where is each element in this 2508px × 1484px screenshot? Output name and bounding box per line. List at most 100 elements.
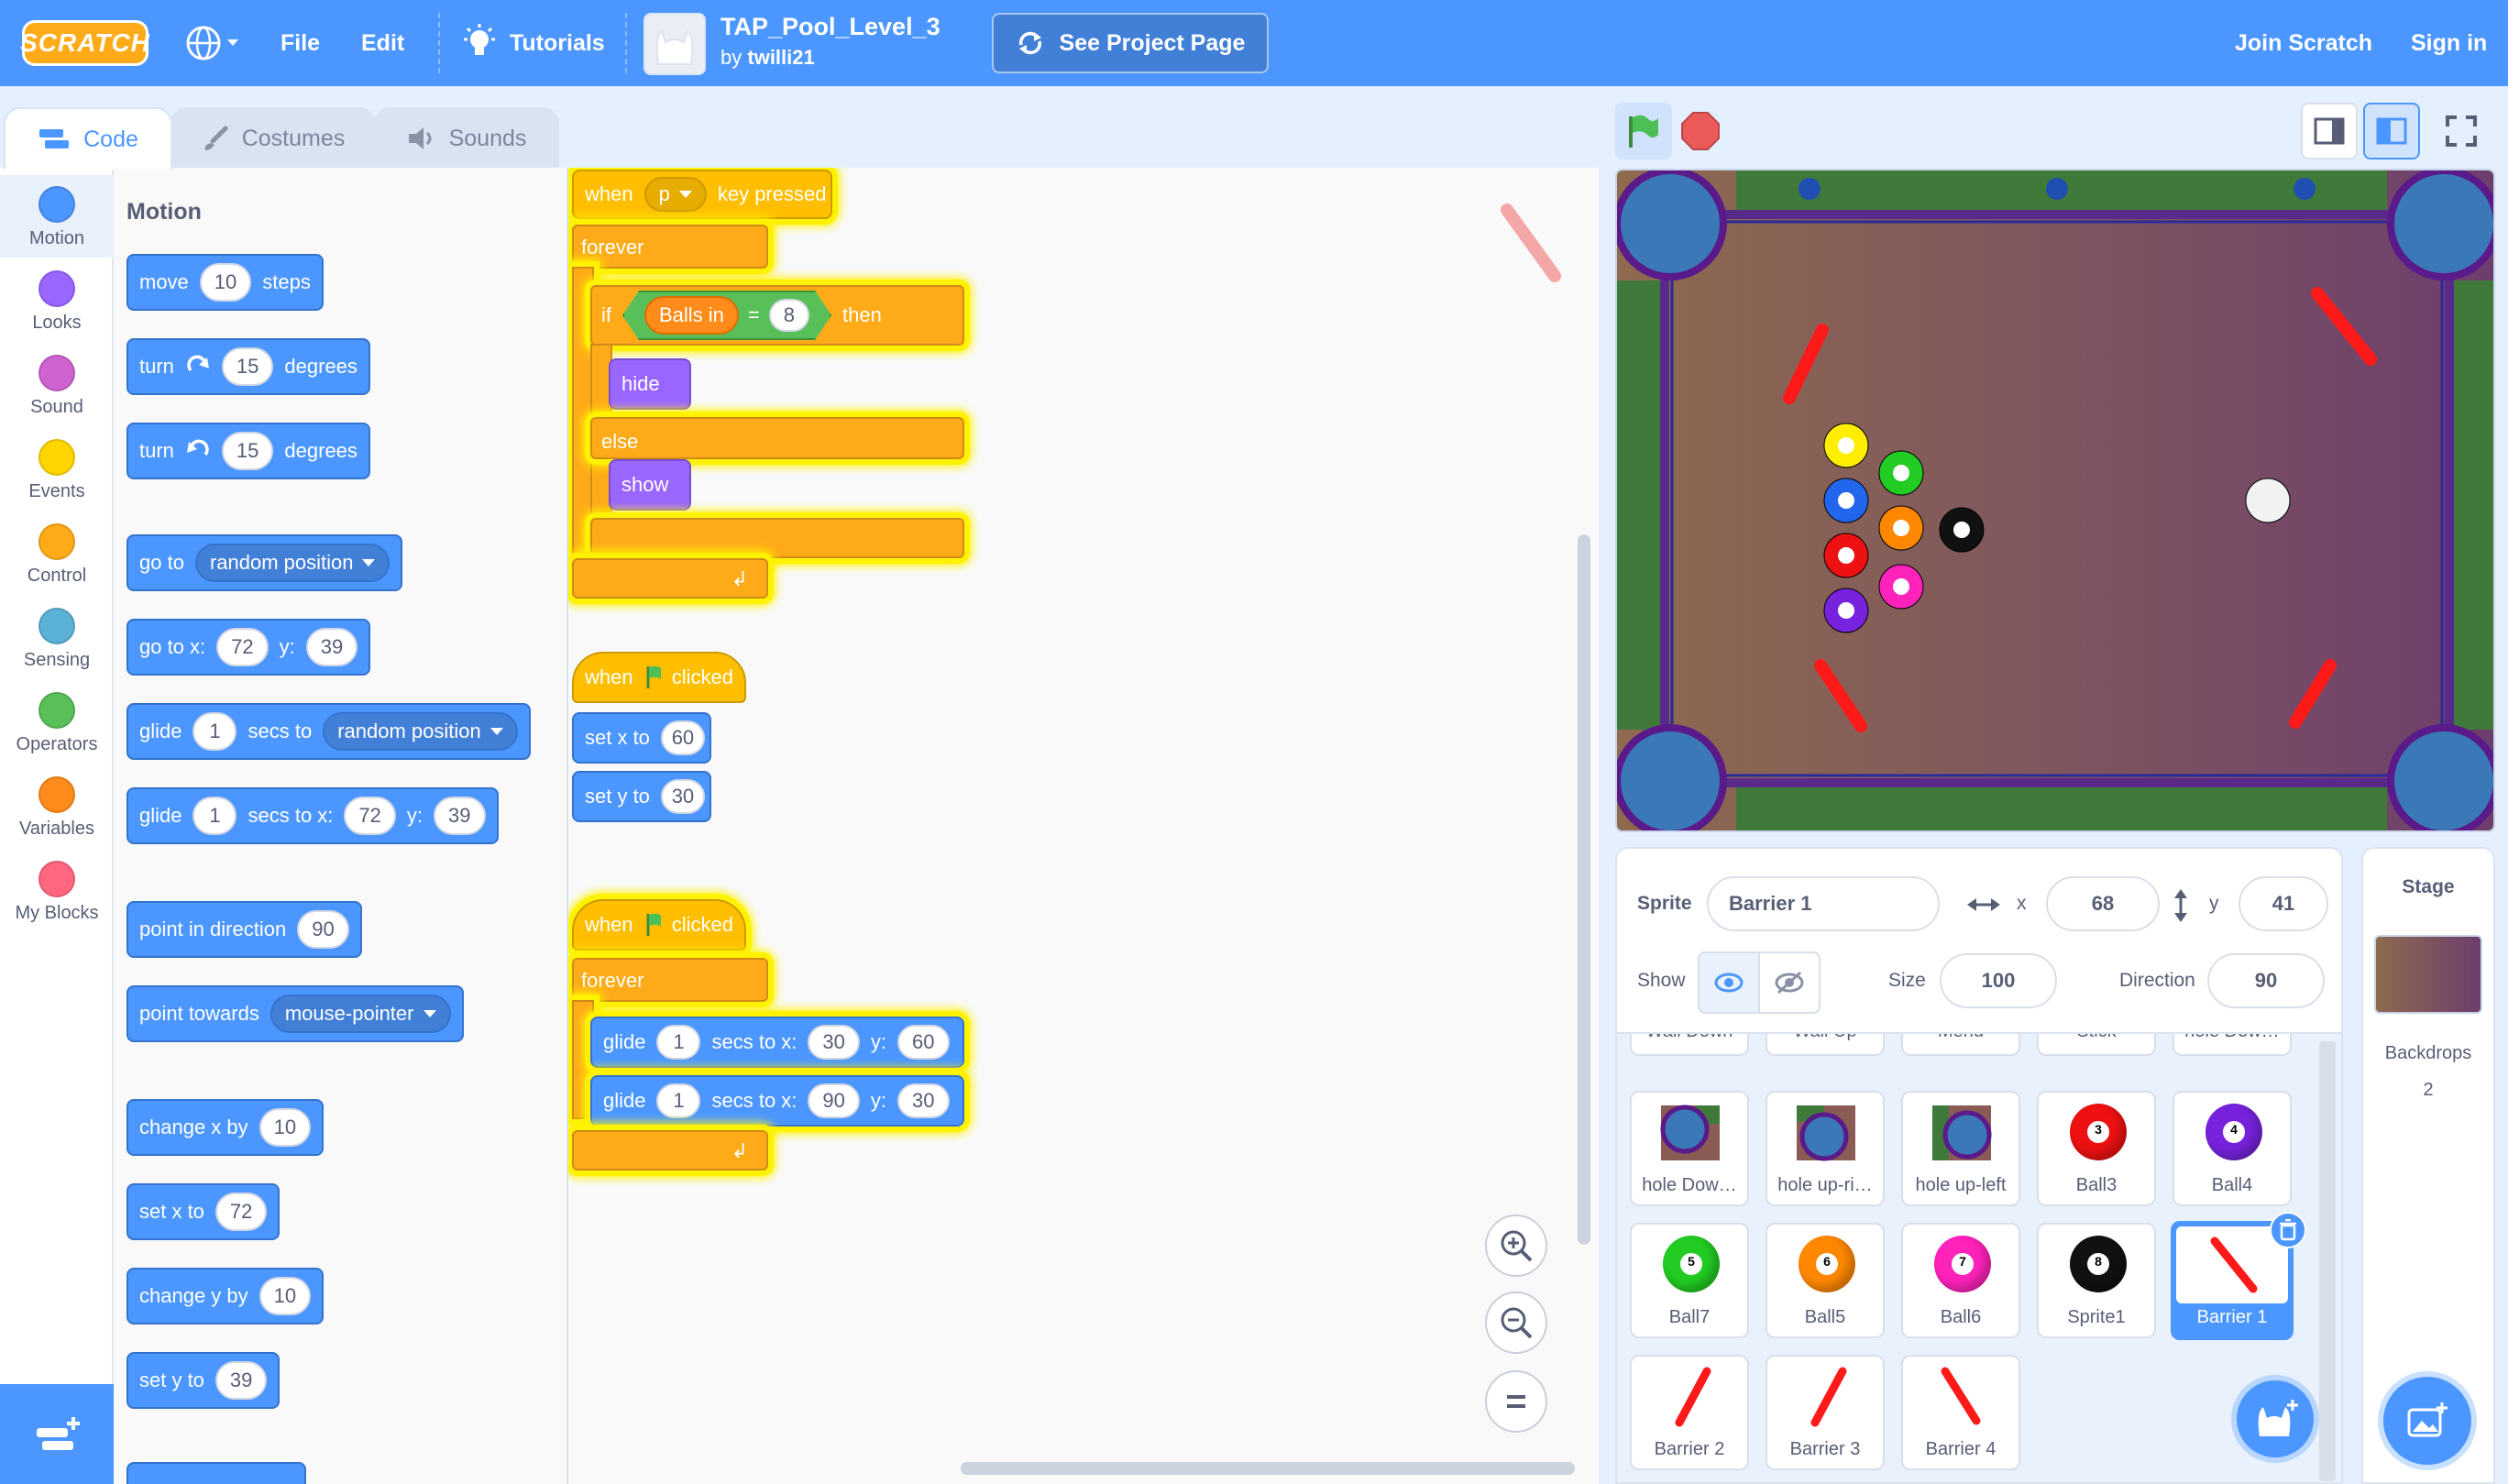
category-events[interactable]: Events: [0, 428, 114, 511]
direction-input[interactable]: 90: [297, 910, 349, 949]
go-to-block[interactable]: go to random position: [126, 534, 403, 591]
x-position-input[interactable]: 68: [2046, 876, 2160, 931]
see-project-button[interactable]: See Project Page: [992, 13, 1269, 73]
balls-in-variable[interactable]: Balls in: [644, 296, 739, 335]
author-name[interactable]: twilli21: [747, 46, 814, 69]
glide-to-xy-block[interactable]: glide 1 secs to x: 72 y: 39: [126, 787, 499, 844]
sprite-tile[interactable]: Wall Down: [1630, 1034, 1749, 1056]
zoom-in-button[interactable]: [1485, 1215, 1547, 1277]
edit-menu[interactable]: Edit: [361, 0, 404, 86]
stage-target-panel[interactable]: Stage Backdrops 2: [2361, 847, 2495, 1484]
sprite-list-scrollbar[interactable]: [2319, 1041, 2336, 1481]
y-position-input[interactable]: 41: [2238, 876, 2328, 931]
y-input[interactable]: 30: [897, 1083, 950, 1118]
small-stage-button[interactable]: [2301, 103, 2358, 159]
category-operators[interactable]: Operators: [0, 681, 114, 764]
degrees-input[interactable]: 15: [221, 347, 274, 386]
secs-input[interactable]: 1: [656, 1083, 701, 1118]
script-vertical-scrollbar[interactable]: [1578, 534, 1590, 1245]
go-to-xy-block[interactable]: go to x: 72 y: 39: [126, 619, 371, 676]
move-steps-block[interactable]: move 10 steps: [126, 254, 324, 311]
set-y-input[interactable]: 39: [214, 1361, 268, 1400]
steps-input[interactable]: 10: [199, 263, 252, 302]
sprite-tile[interactable]: 8 Sprite1: [2037, 1223, 2156, 1338]
category-my-blocks[interactable]: My Blocks: [0, 850, 114, 932]
category-control[interactable]: Control: [0, 512, 114, 595]
partial-motion-block[interactable]: [126, 1462, 306, 1484]
secs-input[interactable]: 1: [192, 797, 237, 835]
size-input[interactable]: 100: [1940, 953, 2057, 1008]
change-x-block[interactable]: change x by 10: [126, 1099, 324, 1156]
x-input[interactable]: 90: [808, 1083, 860, 1118]
sprite-tile[interactable]: Menu: [1901, 1034, 2020, 1056]
hide-block[interactable]: hide: [609, 358, 691, 410]
show-hidden-button[interactable]: [1758, 951, 1820, 1014]
project-thumbnail[interactable]: [644, 13, 706, 75]
y-input[interactable]: 39: [305, 628, 358, 666]
show-visible-button[interactable]: [1698, 951, 1760, 1014]
scratch-logo[interactable]: SCRATCH: [20, 20, 149, 66]
project-title[interactable]: TAP_Pool_Level_3: [720, 13, 940, 41]
stage-canvas[interactable]: [1615, 169, 2495, 832]
set-x-block[interactable]: set x to 72: [126, 1183, 280, 1240]
sprite-tile[interactable]: Barrier 3: [1766, 1355, 1885, 1470]
when-key-pressed-hat[interactable]: when p key pressed: [572, 170, 832, 219]
sign-in-link[interactable]: Sign in: [2411, 0, 2487, 86]
add-extension-button[interactable]: [0, 1384, 114, 1484]
fullscreen-button[interactable]: [2433, 103, 2490, 159]
zoom-out-button[interactable]: [1485, 1292, 1547, 1354]
secs-input[interactable]: 1: [192, 712, 237, 751]
choose-sprite-button[interactable]: [2237, 1380, 2314, 1457]
sprite-tile[interactable]: hole up-left: [1901, 1091, 2020, 1206]
point-in-direction-block[interactable]: point in direction 90: [126, 901, 362, 958]
when-flag-clicked-hat[interactable]: when clicked: [572, 899, 746, 951]
point-towards-dropdown[interactable]: mouse-pointer: [270, 995, 451, 1033]
sprite-tile[interactable]: 6 Ball5: [1766, 1223, 1885, 1338]
stop-button[interactable]: [1672, 103, 1729, 159]
sprite-tile[interactable]: 4 Ball4: [2172, 1091, 2292, 1206]
sprite-tile[interactable]: Wall Up: [1766, 1034, 1885, 1056]
forever-block[interactable]: forever: [572, 225, 768, 269]
script-horizontal-scrollbar[interactable]: [961, 1462, 1575, 1475]
script-area[interactable]: when p key pressed forever if Balls in =…: [568, 168, 1599, 1484]
sprite-tile[interactable]: Stick: [2037, 1034, 2156, 1056]
zoom-reset-button[interactable]: [1485, 1370, 1547, 1433]
tab-costumes[interactable]: Costumes: [170, 107, 376, 168]
x-input[interactable]: 72: [344, 797, 396, 835]
forever-block[interactable]: forever: [572, 958, 768, 1002]
set-y-block[interactable]: set y to 39: [126, 1352, 280, 1409]
sprite-tile[interactable]: hole Dow…: [1630, 1091, 1749, 1206]
when-flag-clicked-hat[interactable]: when clicked: [572, 652, 746, 703]
x-input[interactable]: 72: [216, 628, 269, 666]
sprite-tile[interactable]: 3 Ball3: [2037, 1091, 2156, 1206]
degrees-input[interactable]: 15: [221, 432, 274, 470]
glide-to-block[interactable]: glide 1 secs to random position: [126, 703, 531, 760]
tutorials-button[interactable]: Tutorials: [462, 0, 605, 86]
turn-right-block[interactable]: turn 15 degrees: [126, 338, 370, 395]
sprite-tile[interactable]: Barrier 4: [1901, 1355, 2020, 1470]
equals-operator[interactable]: Balls in = 8: [622, 291, 831, 340]
x-input[interactable]: 30: [808, 1025, 860, 1060]
y-input[interactable]: 39: [434, 797, 486, 835]
change-y-input[interactable]: 10: [258, 1277, 312, 1315]
sprite-tile[interactable]: hole Dow…: [2172, 1034, 2292, 1056]
go-to-target-dropdown[interactable]: random position: [194, 544, 390, 582]
glide-to-xy-block[interactable]: glide 1 secs to x: 30 y: 60: [590, 1017, 964, 1068]
tab-code[interactable]: Code: [4, 107, 172, 170]
glide-to-xy-block[interactable]: glide 1 secs to x: 90 y: 30: [590, 1075, 964, 1127]
point-towards-block[interactable]: point towards mouse-pointer: [126, 985, 464, 1042]
file-menu[interactable]: File: [280, 0, 320, 86]
change-x-input[interactable]: 10: [258, 1108, 312, 1147]
set-y-input[interactable]: 30: [660, 779, 705, 814]
change-y-block[interactable]: change y by 10: [126, 1268, 324, 1325]
category-looks[interactable]: Looks: [0, 259, 114, 342]
sprite-tile-selected[interactable]: Barrier 1: [2171, 1212, 2306, 1340]
show-block[interactable]: show: [609, 459, 691, 511]
category-motion[interactable]: Motion: [0, 175, 114, 258]
delete-sprite-button[interactable]: [2270, 1212, 2306, 1248]
set-x-block[interactable]: set x to 60: [572, 712, 711, 764]
sprite-name-input[interactable]: Barrier 1: [1707, 876, 1940, 931]
category-variables[interactable]: Variables: [0, 765, 114, 848]
sprite-tile[interactable]: 5 Ball7: [1630, 1223, 1749, 1338]
set-y-block[interactable]: set y to 30: [572, 771, 711, 822]
